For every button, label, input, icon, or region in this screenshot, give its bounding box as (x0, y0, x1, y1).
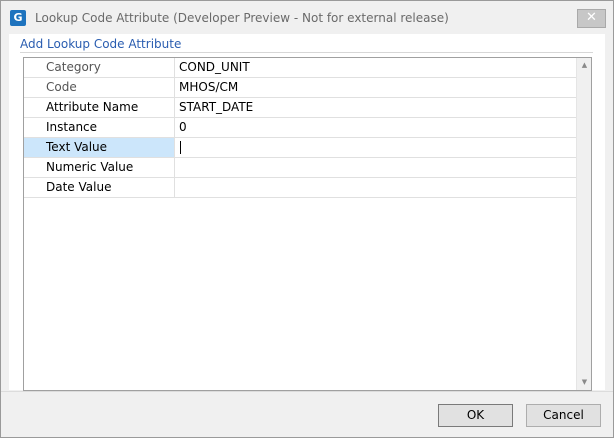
text-value-input[interactable] (175, 138, 576, 157)
grid-value[interactable]: 0 (175, 118, 576, 137)
grid-label: Code (24, 78, 175, 97)
dialog-footer: OK Cancel (1, 391, 613, 437)
grid-label: Text Value (24, 138, 175, 157)
ok-button[interactable]: OK (438, 404, 513, 427)
grid-label: Numeric Value (24, 158, 175, 177)
grid-row-code[interactable]: Code MHOS/CM (24, 78, 576, 98)
grid-row-instance[interactable]: Instance 0 (24, 118, 576, 138)
grid-value[interactable] (175, 178, 576, 197)
grid-value[interactable] (175, 158, 576, 177)
text-caret (180, 141, 181, 154)
title-bar[interactable]: G Lookup Code Attribute (Developer Previ… (1, 1, 613, 35)
grid-value[interactable]: START_DATE (175, 98, 576, 117)
grid-label: Attribute Name (24, 98, 175, 117)
scroll-up-icon[interactable]: ▲ (577, 58, 592, 73)
window-title: Lookup Code Attribute (Developer Preview… (35, 11, 449, 25)
section-header: Add Lookup Code Attribute (20, 37, 182, 51)
cancel-button[interactable]: Cancel (526, 404, 601, 427)
vertical-scrollbar[interactable]: ▲ ▼ (576, 58, 591, 390)
header-divider (20, 52, 593, 53)
grid-row-numeric-value[interactable]: Numeric Value (24, 158, 576, 178)
grid-value[interactable]: MHOS/CM (175, 78, 576, 97)
grid-label: Category (24, 58, 175, 77)
grid-row-attribute-name[interactable]: Attribute Name START_DATE (24, 98, 576, 118)
grid-row-category[interactable]: Category COND_UNIT (24, 58, 576, 78)
grid-row-date-value[interactable]: Date Value (24, 178, 576, 198)
dialog-window: G Lookup Code Attribute (Developer Previ… (0, 0, 614, 438)
grid-label: Date Value (24, 178, 175, 197)
property-grid: Category COND_UNIT Code MHOS/CM Attribut… (23, 57, 592, 391)
grid-label: Instance (24, 118, 175, 137)
scroll-down-icon[interactable]: ▼ (577, 375, 592, 390)
close-button[interactable]: ✕ (577, 9, 606, 28)
app-logo-icon: G (10, 10, 26, 26)
grid-row-text-value[interactable]: Text Value (24, 138, 576, 158)
grid-value[interactable]: COND_UNIT (175, 58, 576, 77)
